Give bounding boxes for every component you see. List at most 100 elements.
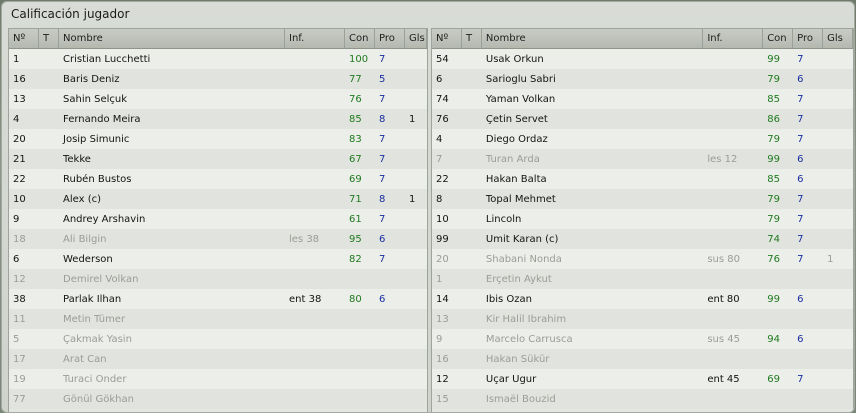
player-row[interactable]: 1 Erçetin Aykut [432, 269, 853, 289]
player-number: 20 [13, 133, 26, 145]
player-row[interactable]: 16 Baris Deniz 77 5 [9, 69, 427, 89]
player-row[interactable]: 22 Hakan Balta 85 6 [432, 169, 853, 189]
player-row[interactable]: 9 Marcelo Carrusca sus 45 94 6 [432, 329, 853, 349]
home-team-table: Nº T Nombre Inf. Con Pro Gls 1 Cristian L… [8, 28, 428, 412]
player-row[interactable]: 4 Fernando Meira 85 8 1 [9, 109, 427, 129]
player-number: 16 [13, 73, 26, 85]
col-con-header[interactable]: Con [345, 29, 375, 48]
player-row[interactable]: 14 Ibis Ozan ent 80 99 6 [432, 289, 853, 309]
player-condition: 85 [349, 113, 362, 125]
player-row[interactable]: 10★Alex (c)7181 [9, 189, 427, 209]
player-row[interactable]: 13 Kir Halil Ibrahim [432, 309, 853, 329]
player-row[interactable]: 54 Usak Orkun 99 7 [432, 49, 853, 69]
player-row[interactable]: 1 Cristian Lucchetti 100 7 [9, 49, 427, 69]
player-row[interactable]: 5 Çakmak Yasin [9, 329, 427, 349]
player-name: Hakan Balta [485, 173, 547, 185]
player-rating: 7 [797, 193, 804, 205]
col-gls-header[interactable]: Gls [823, 29, 853, 48]
player-row[interactable]: 76 Çetin Servet 86 7 [432, 109, 853, 129]
player-row[interactable]: 38 Parlak Ilhan ent 38 80 6 [9, 289, 427, 309]
player-number: 9 [13, 213, 20, 225]
player-number: 16 [436, 353, 449, 365]
player-row[interactable]: 13 Sahin Selçuk 76 7 [9, 89, 427, 109]
player-rating: 6 [379, 293, 386, 305]
col-gls-header[interactable]: Gls [405, 29, 427, 48]
col-inf-header[interactable]: Inf. [285, 29, 345, 48]
player-rating: 6 [797, 153, 804, 165]
player-goals: 1 [409, 113, 416, 125]
player-name: Parlak Ilhan [63, 293, 122, 305]
player-name: Gönül Gökhan [63, 393, 134, 405]
col-name-header[interactable]: Nombre [482, 29, 704, 48]
player-number: 1 [436, 273, 443, 285]
player-condition: 79 [767, 73, 780, 85]
player-name: Tekke [63, 153, 91, 165]
player-row[interactable]: 17 Arat Can [9, 349, 427, 369]
player-row[interactable]: 20 Shabani Nonda sus 80 76 7 1 [432, 249, 853, 269]
player-name: Çetin Servet [485, 113, 548, 125]
player-rating: 6 [797, 333, 804, 345]
player-number: 6 [13, 253, 20, 265]
player-name: Yaman Volkan [485, 93, 556, 105]
player-number: 13 [436, 313, 449, 325]
player-rating: 8 [379, 113, 386, 125]
player-condition: 86 [767, 113, 780, 125]
player-row[interactable]: 19 Turaci Önder [9, 369, 427, 389]
player-row[interactable]: 9 Andrey Arshavin 61 7 [9, 209, 427, 229]
player-row[interactable]: 15 Ismaël Bouzid [432, 389, 853, 409]
player-number: 18 [13, 233, 26, 245]
player-row[interactable]: 21 Tekke 67 7 [9, 149, 427, 169]
player-row[interactable]: 12 Demirel Volkan [9, 269, 427, 289]
player-condition: 76 [767, 253, 780, 265]
col-t-header[interactable]: T [39, 29, 59, 48]
col-number-header[interactable]: Nº [432, 29, 462, 48]
player-ratings-panel: Calificación jugador Nº T Nombre Inf. Co… [1, 1, 855, 413]
player-row[interactable]: 6 Wederson 82 7 [9, 249, 427, 269]
player-number: 74 [436, 93, 449, 105]
player-row[interactable]: 12 Uçar Ugur ent 45 69 7 [432, 369, 853, 389]
player-row[interactable]: 77 Gönül Gökhan [9, 389, 427, 409]
player-row[interactable]: 4 Diego Ordaz 79 7 [432, 129, 853, 149]
player-condition: 83 [349, 133, 362, 145]
player-condition: 99 [767, 153, 780, 165]
player-name: Usak Orkun [485, 53, 544, 65]
player-row[interactable]: 18+Ali Bilginles 38956 [9, 229, 427, 249]
player-name: Wederson [63, 253, 113, 265]
player-name: Andrey Arshavin [63, 213, 146, 225]
player-number: 17 [13, 353, 26, 365]
player-condition: 94 [767, 333, 780, 345]
col-pro-header[interactable]: Pro [375, 29, 405, 48]
player-row[interactable]: 16 Hakan Sükür [432, 349, 853, 369]
player-info: sus 80 [707, 253, 741, 265]
player-number: 19 [13, 373, 26, 385]
player-number: 7 [436, 153, 443, 165]
player-row[interactable]: 74 Yaman Volkan 85 7 [432, 89, 853, 109]
player-name: Ibis Ozan [485, 293, 532, 305]
player-row[interactable]: 11 Metin Tümer [9, 309, 427, 329]
player-rating: 7 [379, 253, 386, 265]
player-number: 22 [436, 173, 449, 185]
player-info: ent 38 [289, 293, 322, 305]
home-rows: 1 Cristian Lucchetti 100 7 16 Baris Deniz 77 5 1… [9, 49, 427, 409]
player-row[interactable]: 20 Josip Simunic 83 7 [9, 129, 427, 149]
player-name: Topal Mehmet [485, 193, 556, 205]
col-inf-header[interactable]: Inf. [703, 29, 764, 48]
player-row[interactable]: 6 Sarioglu Sabri 79 6 [432, 69, 853, 89]
player-info: ent 80 [707, 293, 740, 305]
player-name: Alex (c) [63, 193, 101, 205]
player-number: 8 [436, 193, 443, 205]
col-t-header[interactable]: T [462, 29, 482, 48]
col-pro-header[interactable]: Pro [793, 29, 824, 48]
player-row[interactable]: 99 Ümit Karan (c) 74 7 [432, 229, 853, 249]
player-number: 12 [13, 273, 26, 285]
player-row[interactable]: 8 Topal Mehmet 79 7 [432, 189, 853, 209]
col-number-header[interactable]: Nº [9, 29, 39, 48]
col-con-header[interactable]: Con [763, 29, 794, 48]
player-row[interactable]: 10 Lincoln 79 7 [432, 209, 853, 229]
player-info: les 12 [707, 153, 738, 165]
player-rating: 7 [379, 153, 386, 165]
player-condition: 76 [349, 93, 362, 105]
player-row[interactable]: 22 Rubén Bustos 69 7 [9, 169, 427, 189]
col-name-header[interactable]: Nombre [59, 29, 285, 48]
player-row[interactable]: 7+Turan Ardales 12996 [432, 149, 853, 169]
